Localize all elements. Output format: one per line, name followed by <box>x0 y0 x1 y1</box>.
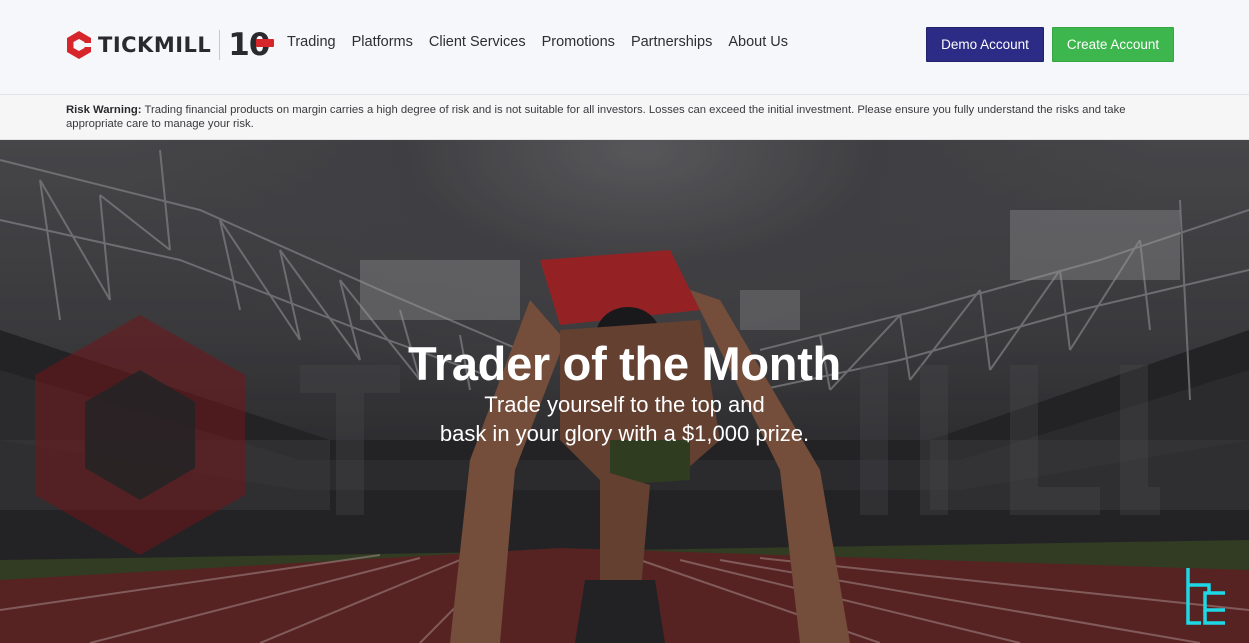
nav-item-partnerships[interactable]: Partnerships <box>631 34 712 50</box>
anniversary-mark: 10 <box>228 28 275 62</box>
nav-item-about-us[interactable]: About Us <box>728 34 788 50</box>
tickmill-hexagon-icon <box>67 31 91 59</box>
hero-banner: Trader of the Month Trade yourself to th… <box>0 140 1249 643</box>
risk-warning-label: Risk Warning: <box>66 104 142 116</box>
risk-warning-text: Trading financial products on margin car… <box>66 104 1126 130</box>
tickmill-logo[interactable]: TICKMILL 10 <box>66 28 275 62</box>
tc-logo-icon <box>1186 568 1225 625</box>
hero-subtitle-line1: Trade yourself to the top and <box>484 392 765 417</box>
nav-item-client-services[interactable]: Client Services <box>429 34 526 50</box>
logo-wordmark: TICKMILL <box>98 33 212 57</box>
main-nav: Trading Platforms Client Services Promot… <box>287 34 804 50</box>
hero-subtitle-line2: bask in your glory with a $1,000 prize. <box>439 421 810 446</box>
nav-item-promotions[interactable]: Promotions <box>542 34 615 50</box>
demo-account-button[interactable]: Demo Account <box>926 27 1044 62</box>
create-account-button[interactable]: Create Account <box>1052 27 1174 62</box>
nav-item-trading[interactable]: Trading <box>287 34 336 50</box>
hero-title: Trader of the Month <box>408 337 841 390</box>
anniversary-badge <box>256 39 275 47</box>
logo-divider <box>219 30 221 60</box>
site-header: TICKMILL 10 Trading Platforms Client Ser… <box>0 0 1249 95</box>
risk-warning-banner: Risk Warning: Trading financial products… <box>0 95 1249 140</box>
nav-item-platforms[interactable]: Platforms <box>352 34 413 50</box>
